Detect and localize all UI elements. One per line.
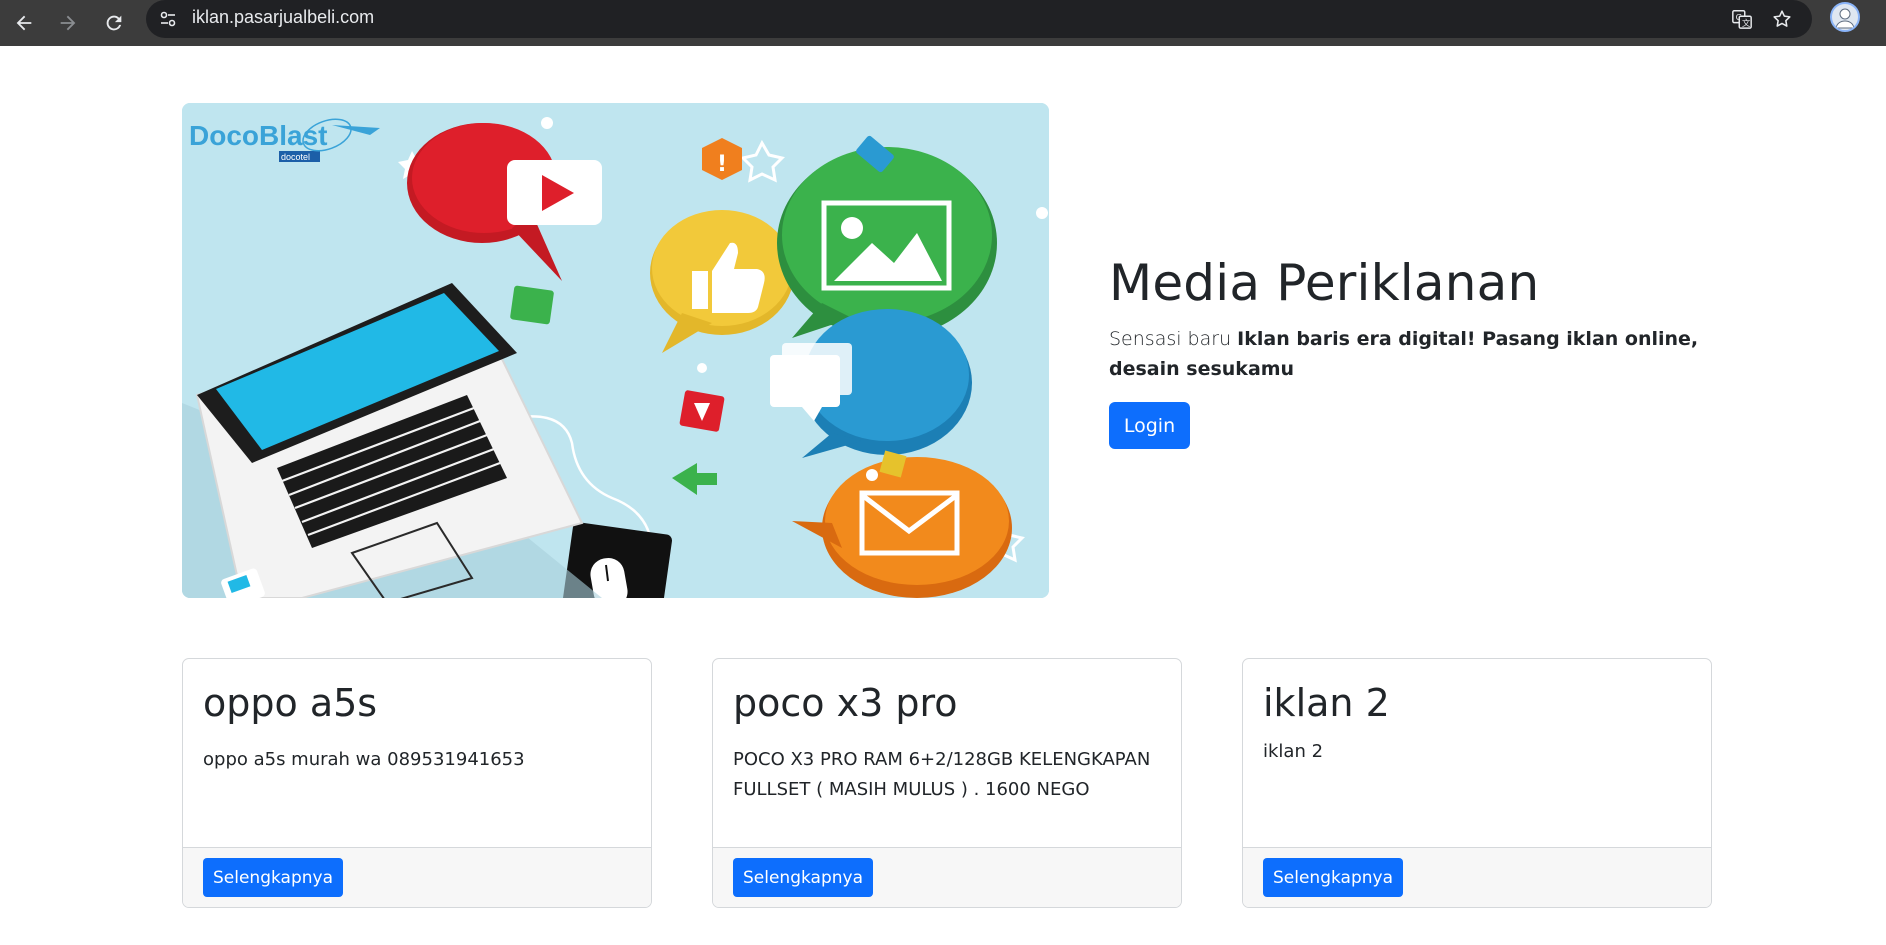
browser-toolbar: iklan.pasarjualbeli.com G 文 — [0, 0, 1886, 46]
card-body: oppo a5s oppo a5s murah wa 089531941653 — [183, 659, 651, 849]
back-icon[interactable] — [4, 3, 44, 43]
site-info-icon[interactable] — [158, 9, 178, 29]
logo-text: DocoBlast — [189, 120, 327, 151]
url-text[interactable]: iklan.pasarjualbeli.com — [192, 7, 374, 28]
logo-subtext: docotel — [281, 152, 310, 162]
card-footer: Selengkapnya — [713, 847, 1181, 907]
bookmark-star-icon[interactable] — [1770, 7, 1794, 31]
forward-icon[interactable] — [48, 3, 88, 43]
login-button[interactable]: Login — [1109, 402, 1190, 449]
card-text: oppo a5s murah wa 089531941653 — [203, 749, 525, 770]
ad-card: oppo a5s oppo a5s murah wa 089531941653 … — [182, 658, 652, 908]
details-button[interactable]: Selengkapnya — [1263, 858, 1404, 897]
reload-icon[interactable] — [94, 3, 134, 43]
hero-lead-plain: Sensasi baru — [1109, 328, 1238, 350]
page-title: Media Periklanan — [1109, 254, 1540, 312]
card-text: iklan 2 — [1263, 741, 1324, 762]
card-footer: Selengkapnya — [183, 847, 651, 907]
details-button[interactable]: Selengkapnya — [733, 858, 874, 897]
card-body: iklan 2 iklan 2 — [1243, 659, 1711, 849]
svg-text:!: ! — [717, 152, 727, 177]
hero-lead: Sensasi baru Iklan baris era digital! Pa… — [1109, 324, 1709, 384]
card-title: oppo a5s — [203, 681, 378, 725]
svg-text:文: 文 — [1742, 18, 1750, 28]
profile-avatar[interactable] — [1830, 2, 1860, 32]
details-button[interactable]: Selengkapnya — [203, 858, 344, 897]
hero-illustration: DocoBlast docotel ! — [182, 103, 1049, 598]
translate-icon[interactable]: G 文 — [1730, 7, 1754, 31]
card-text: POCO X3 PRO RAM 6+2/128GB KELENGKAPAN FU… — [733, 749, 1151, 800]
card-title: poco x3 pro — [733, 681, 958, 725]
ad-card: poco x3 pro POCO X3 PRO RAM 6+2/128GB KE… — [712, 658, 1182, 908]
card-footer: Selengkapnya — [1243, 847, 1711, 907]
ad-card: iklan 2 iklan 2 Selengkapnya — [1242, 658, 1712, 908]
address-bar[interactable]: iklan.pasarjualbeli.com G 文 — [146, 0, 1812, 38]
card-body: poco x3 pro POCO X3 PRO RAM 6+2/128GB KE… — [713, 659, 1181, 849]
hero-text-block: Media Periklanan Sensasi baru Iklan bari… — [1109, 252, 1709, 384]
card-title: iklan 2 — [1263, 681, 1390, 725]
